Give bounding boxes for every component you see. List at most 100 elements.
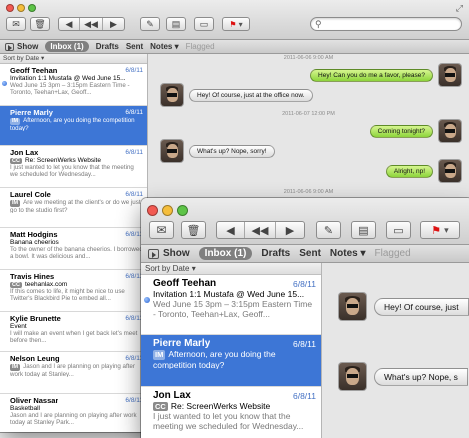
message-subject: Event <box>10 323 143 330</box>
message-subject: Invitation 1:1 Mustafa @ Wed June 15... <box>10 75 143 82</box>
flag-button[interactable]: ⚑ ▾ <box>222 17 250 31</box>
sort-header[interactable]: Sort by Date ▾ <box>0 54 147 64</box>
edit-button[interactable]: ✎ <box>316 221 341 239</box>
message-sender: Pierre Marly <box>10 108 53 117</box>
resize-icon[interactable]: ⤢ <box>456 3 463 14</box>
archive-button[interactable]: ▭ <box>386 221 411 239</box>
list-item[interactable]: Travis Hines 6/8/11 CC teehanlax.com If this… <box>0 270 147 312</box>
tab-inbox[interactable]: Inbox (1) <box>45 41 89 52</box>
disclosure-icon <box>148 248 159 259</box>
list-item[interactable]: Nelson Leung 6/8/11 IM Jason and I are plan… <box>0 352 147 394</box>
message-tag: IM <box>153 350 166 360</box>
avatar <box>439 160 461 182</box>
list-item[interactable]: Jon Lax 6/8/11 CC Re: ScreenWerks Website I … <box>0 146 147 188</box>
show-label: Show <box>163 248 190 259</box>
list-item[interactable]: Oliver Nassar 6/8/11 Basketball Jason and I… <box>0 394 147 432</box>
list-item[interactable]: Laurel Cole 6/8/11 IM Are we meeting at the… <box>0 188 147 228</box>
tab-flagged[interactable]: Flagged <box>186 42 215 51</box>
message-preview: Wed June 15 3pm – 3:15pm Eastern Time - … <box>10 82 130 97</box>
edit-icon: ✎ <box>323 224 334 237</box>
message-subject-text: Event <box>10 323 27 330</box>
message-tag: CC <box>153 402 168 411</box>
forward-icon[interactable]: ▶ <box>103 18 124 30</box>
message-preview: I just wanted to let you know that the m… <box>153 411 304 431</box>
delete-icon: 🗑 <box>186 224 201 237</box>
tab-flagged[interactable]: Flagged <box>375 248 411 259</box>
show-toggle[interactable]: Show <box>148 248 190 259</box>
sort-header[interactable]: Sort by Date ▾ <box>141 263 321 275</box>
message-sender: Jon Lax <box>153 390 191 401</box>
message-preview: To the owner of the banana cheerios. I b… <box>10 246 143 261</box>
show-toggle[interactable]: Show <box>5 42 38 51</box>
flag-icon: ⚑ <box>431 224 442 237</box>
message-preview: IM Jason and I are planning on playing af… <box>10 363 143 377</box>
close-light[interactable] <box>147 205 158 216</box>
message-date: 6/8/11 <box>125 149 143 156</box>
avatar <box>339 293 366 320</box>
tab-inbox[interactable]: Inbox (1) <box>198 247 253 260</box>
message-date: 6/8/11 <box>292 338 316 349</box>
message-subject: Banana cheerios <box>10 239 143 246</box>
compose-button[interactable]: ✉ <box>149 221 174 239</box>
forward-icon[interactable]: ▶ <box>276 222 304 238</box>
message-preview: IM Afternoon, are you doing the competiti… <box>10 117 143 131</box>
message-subject: CC teehanlax.com <box>10 281 143 288</box>
chat-row: Hey! Of course, just at the office now. <box>161 84 313 106</box>
list-item[interactable]: Jon Lax 6/8/11 CC Re: ScreenWerks Website I … <box>141 387 321 438</box>
archive-button[interactable]: ▭ <box>194 17 214 31</box>
back-filter-bar: Show Inbox (1) Drafts Sent Notes ▾ Flagg… <box>0 40 469 54</box>
message-preview-text: Jason and I are planning on playing afte… <box>10 363 135 378</box>
list-item[interactable]: Geoff Teehan 6/8/11 Invitation 1:1 Mustafa… <box>141 275 321 335</box>
tab-drafts[interactable]: Drafts <box>261 248 290 259</box>
search-field[interactable]: ⚲ <box>310 17 462 31</box>
message-sender: Kylie Brunette <box>10 314 61 323</box>
compose-button[interactable]: ✉ <box>6 17 26 31</box>
reply-icon[interactable]: ◀ <box>59 18 80 30</box>
zoom-light[interactable] <box>177 205 188 216</box>
list-item[interactable]: Matt Hodgins 6/8/11 Banana cheerios To the … <box>0 228 147 270</box>
minimize-light[interactable] <box>162 205 173 216</box>
note-button[interactable]: ▤ <box>166 17 186 31</box>
chevron-down-icon: ▾ <box>444 224 449 235</box>
chevron-down-icon: ▾ <box>40 55 45 62</box>
close-light[interactable] <box>6 4 14 12</box>
message-preview: I will make an event when I get back let… <box>10 330 138 345</box>
edit-button[interactable]: ✎ <box>140 17 160 31</box>
chat-bubble-incoming: What's up? Nope, sorry! <box>189 144 275 158</box>
zoom-light[interactable] <box>28 4 36 12</box>
flag-button[interactable]: ⚑ ▾ <box>420 221 460 239</box>
delete-button[interactable]: 🗑 <box>181 221 206 239</box>
message-subject-text: Basketball <box>10 405 40 412</box>
list-item[interactable]: Pierre Marly 6/8/11 IM Afternoon, are you d… <box>141 335 321 387</box>
message-tag: IM <box>10 364 21 372</box>
chat-bubble-outgoing: Alright, np! <box>385 164 433 178</box>
flag-icon: ⚑ <box>229 19 237 29</box>
minimize-light[interactable] <box>17 4 25 12</box>
tab-sent[interactable]: Sent <box>126 42 143 51</box>
front-chat-pane: Hey! Of course, just What's up? Nope, s <box>322 263 469 438</box>
reply-all-icon[interactable]: ◀◀ <box>245 222 276 238</box>
reply-all-icon[interactable]: ◀◀ <box>80 18 103 30</box>
search-icon: ⚲ <box>315 18 322 29</box>
tab-drafts[interactable]: Drafts <box>96 42 119 51</box>
list-item[interactable]: Kylie Brunette 6/8/11 Event I will make an … <box>0 312 147 352</box>
unread-dot <box>144 297 150 303</box>
message-subject: Basketball <box>10 405 143 412</box>
message-preview: If this comes to life, it might be nice … <box>10 288 125 303</box>
front-window: ✉ 🗑 ◀ ◀◀ ▶ ✎ ▤ ▭ ⚑ ▾ Show Inbox (1) Draft… <box>141 198 469 438</box>
chevron-down-icon: ▾ <box>238 19 243 29</box>
message-sender: Laurel Cole <box>10 190 51 199</box>
message-date: 6/8/11 <box>292 390 316 401</box>
note-button[interactable]: ▤ <box>351 221 376 239</box>
reply-group: ◀ ◀◀ ▶ <box>58 17 125 31</box>
message-sender: Pierre Marly <box>153 338 211 349</box>
reply-icon[interactable]: ◀ <box>217 222 245 238</box>
list-item[interactable]: Geoff Teehan 6/8/11 Invitation 1:1 Mustafa… <box>0 64 147 106</box>
tab-sent[interactable]: Sent <box>299 248 321 259</box>
list-item[interactable]: Pierre Marly 6/8/11 IM Afternoon, are you d… <box>0 106 147 146</box>
message-preview-text: Afternoon, are you doing the competition… <box>153 349 276 369</box>
delete-button[interactable]: 🗑 <box>30 17 50 31</box>
message-subject: CC Re: ScreenWerks Website <box>153 401 316 411</box>
tab-notes[interactable]: Notes ▾ <box>150 42 178 51</box>
tab-notes[interactable]: Notes ▾ <box>330 248 366 259</box>
